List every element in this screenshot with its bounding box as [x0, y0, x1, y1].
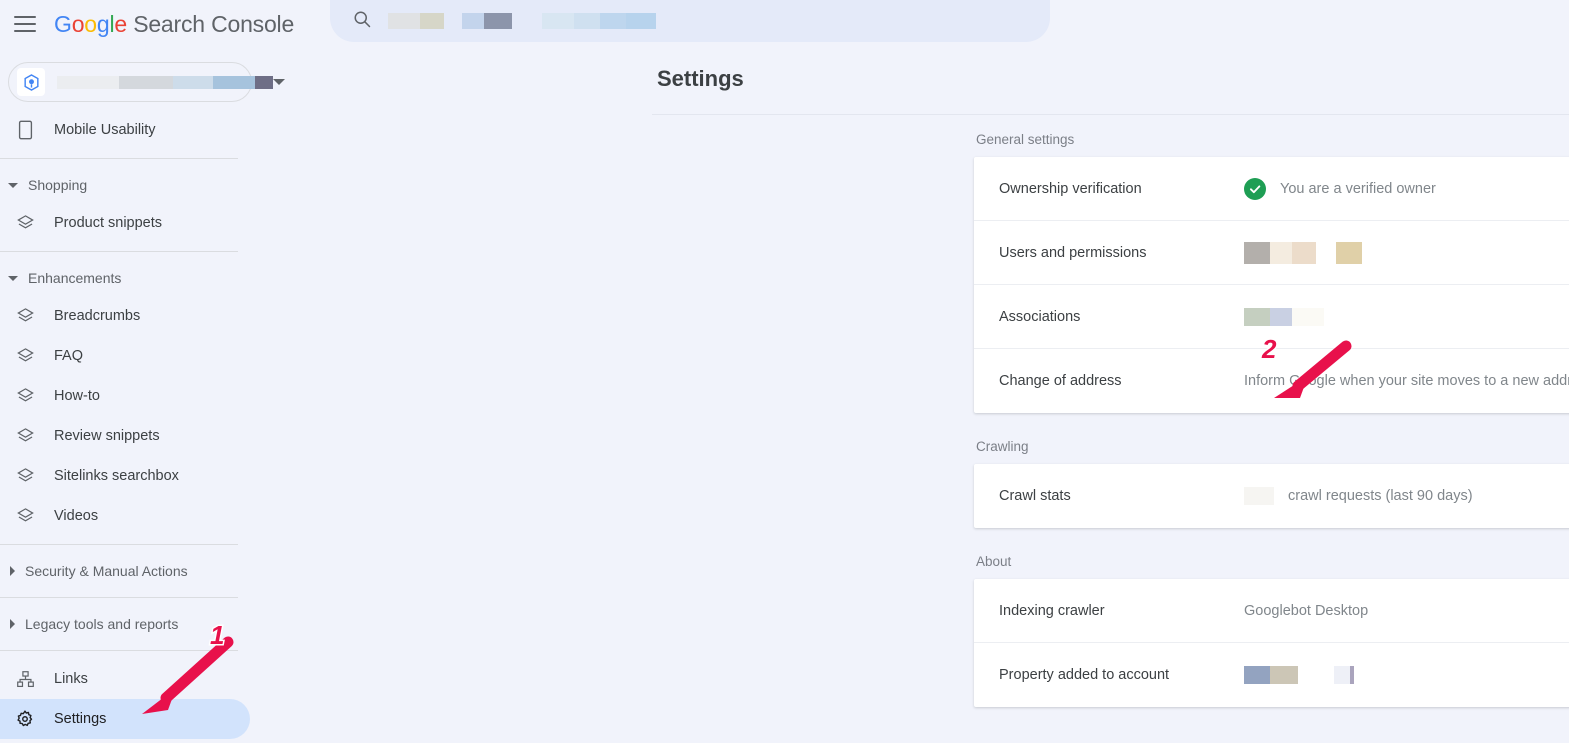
- crawl-stats-text: crawl requests (last 90 days): [1288, 488, 1473, 504]
- chevron-down-icon: [8, 182, 18, 188]
- sidebar-group-enhancements[interactable]: Enhancements: [0, 260, 326, 296]
- sidebar: Google Search Console Mobile Usability S…: [0, 0, 326, 743]
- app-brand-title: Google Search Console: [54, 10, 295, 37]
- search-input[interactable]: [330, 0, 1050, 42]
- row-value: [1244, 241, 1569, 264]
- sidebar-item-label: Mobile Usability: [54, 122, 156, 138]
- sidebar-item-label: FAQ: [54, 348, 84, 364]
- sidebar-item-label: Videos: [54, 508, 99, 524]
- title-divider: [652, 114, 1569, 115]
- card-crawling: Crawl stats crawl requests (last 90 days…: [974, 464, 1569, 528]
- row-value: Googlebot Desktop: [1244, 602, 1369, 619]
- row-ownership-verification[interactable]: Ownership verification You are a verifie…: [974, 157, 1569, 221]
- sidebar-item-label: Review snippets: [54, 428, 160, 444]
- row-value: crawl requests (last 90 days): [1244, 487, 1569, 505]
- layers-icon: [14, 345, 36, 367]
- layers-icon: [14, 465, 36, 487]
- row-label: Users and permissions: [999, 244, 1147, 261]
- sidebar-group-label: Shopping: [28, 177, 88, 193]
- main-content: Settings General settings Ownership veri…: [326, 0, 1569, 743]
- sidebar-group-label: Enhancements: [28, 270, 122, 286]
- sidebar-item-review-snippets[interactable]: Review snippets: [0, 416, 250, 456]
- row-label: Crawl stats: [999, 488, 1071, 504]
- row-label: Ownership verification: [999, 180, 1142, 197]
- section-label-crawling: Crawling: [976, 439, 1029, 454]
- row-associations[interactable]: Associations: [974, 285, 1569, 349]
- row-value: [1244, 666, 1569, 684]
- section-label-about: About: [976, 554, 1012, 569]
- sidebar-item-label: Links: [54, 671, 88, 687]
- sidebar-item-faq[interactable]: FAQ: [0, 336, 250, 376]
- layers-icon: [14, 505, 36, 527]
- row-label: Associations: [999, 308, 1081, 325]
- row-users-and-permissions[interactable]: Users and permissions: [974, 221, 1569, 285]
- search-console-app: Google Search Console Mobile Usability S…: [0, 0, 1569, 743]
- layers-icon: [14, 305, 36, 327]
- search-icon: [352, 9, 372, 34]
- row-value: [1244, 307, 1569, 326]
- page-title: Settings: [657, 66, 744, 91]
- sidebar-item-label: Settings: [54, 711, 107, 727]
- brand-suffix: Search Console: [133, 10, 295, 37]
- chevron-down-icon: [8, 275, 18, 281]
- section-label-general: General settings: [976, 132, 1075, 147]
- sidebar-item-label: How-to: [54, 388, 100, 404]
- sidebar-group-security-manual-actions[interactable]: Security & Manual Actions: [0, 553, 326, 589]
- gear-icon: [14, 708, 36, 730]
- hamburger-menu-icon[interactable]: [14, 16, 36, 32]
- sidebar-item-videos[interactable]: Videos: [0, 496, 250, 536]
- layers-icon: [14, 385, 36, 407]
- row-property-added-to-account: Property added to account REMOVE PROPERT…: [974, 643, 1569, 707]
- sidebar-group-legacy-tools[interactable]: Legacy tools and reports: [0, 606, 326, 642]
- sidebar-nav: Mobile Usability Shopping Product snippe…: [0, 110, 326, 739]
- property-name-redacted: [57, 75, 273, 89]
- sidebar-divider: [0, 544, 238, 545]
- users-redacted: [1244, 241, 1362, 264]
- sidebar-group-label: Legacy tools and reports: [25, 616, 179, 632]
- verified-check-icon: [1244, 177, 1266, 200]
- card-general-settings: Ownership verification You are a verifie…: [974, 157, 1569, 413]
- row-label: Change of address: [999, 373, 1122, 389]
- sidebar-item-label: Sitelinks searchbox: [54, 468, 179, 484]
- sidebar-group-shopping[interactable]: Shopping: [0, 167, 326, 203]
- chevron-down-icon[interactable]: [273, 79, 285, 85]
- sidebar-item-product-snippets[interactable]: Product snippets: [0, 203, 250, 243]
- sidebar-item-how-to[interactable]: How-to: [0, 376, 250, 416]
- property-shield-icon: [17, 68, 45, 96]
- sidebar-item-links[interactable]: Links: [0, 659, 250, 699]
- layers-icon: [14, 212, 36, 234]
- sidebar-divider: [0, 650, 238, 651]
- sidebar-item-mobile-usability[interactable]: Mobile Usability: [0, 110, 250, 150]
- row-label: Indexing crawler: [999, 602, 1105, 619]
- layers-icon: [14, 425, 36, 447]
- sidebar-group-label: Security & Manual Actions: [25, 563, 188, 579]
- row-value: You are a verified owner: [1244, 177, 1569, 200]
- row-change-of-address[interactable]: Change of address Inform Google when you…: [974, 349, 1569, 413]
- crawl-count-redacted: [1244, 487, 1274, 505]
- card-about: Indexing crawler Googlebot Desktop Learn…: [974, 579, 1569, 707]
- sidebar-item-settings[interactable]: Settings: [0, 699, 250, 739]
- row-indexing-crawler: Indexing crawler Googlebot Desktop Learn…: [974, 579, 1569, 643]
- sidebar-item-label: Breadcrumbs: [54, 308, 141, 324]
- sidebar-divider: [0, 158, 238, 159]
- settings-content: General settings Ownership verification …: [974, 132, 1569, 707]
- sidebar-item-sitelinks-searchbox[interactable]: Sitelinks searchbox: [0, 456, 250, 496]
- search-query-redacted: [388, 13, 656, 29]
- chevron-right-icon: [10, 566, 15, 576]
- mobile-device-icon: [14, 119, 36, 141]
- chevron-right-icon: [10, 619, 15, 629]
- sidebar-divider: [0, 251, 238, 252]
- associations-redacted: [1244, 307, 1324, 326]
- row-label: Property added to account: [999, 667, 1170, 683]
- ownership-status-text: You are a verified owner: [1280, 180, 1436, 197]
- sidebar-divider: [0, 597, 238, 598]
- date-added-redacted: [1244, 666, 1354, 684]
- sidebar-item-breadcrumbs[interactable]: Breadcrumbs: [0, 296, 250, 336]
- sidebar-item-label: Product snippets: [54, 215, 163, 231]
- property-selector[interactable]: [8, 62, 285, 102]
- sitemap-icon: [14, 668, 36, 690]
- row-crawl-stats[interactable]: Crawl stats crawl requests (last 90 days…: [974, 464, 1569, 528]
- brand-bar: Google Search Console: [0, 0, 326, 48]
- row-value: Inform Google when your site moves to a …: [1244, 373, 1569, 389]
